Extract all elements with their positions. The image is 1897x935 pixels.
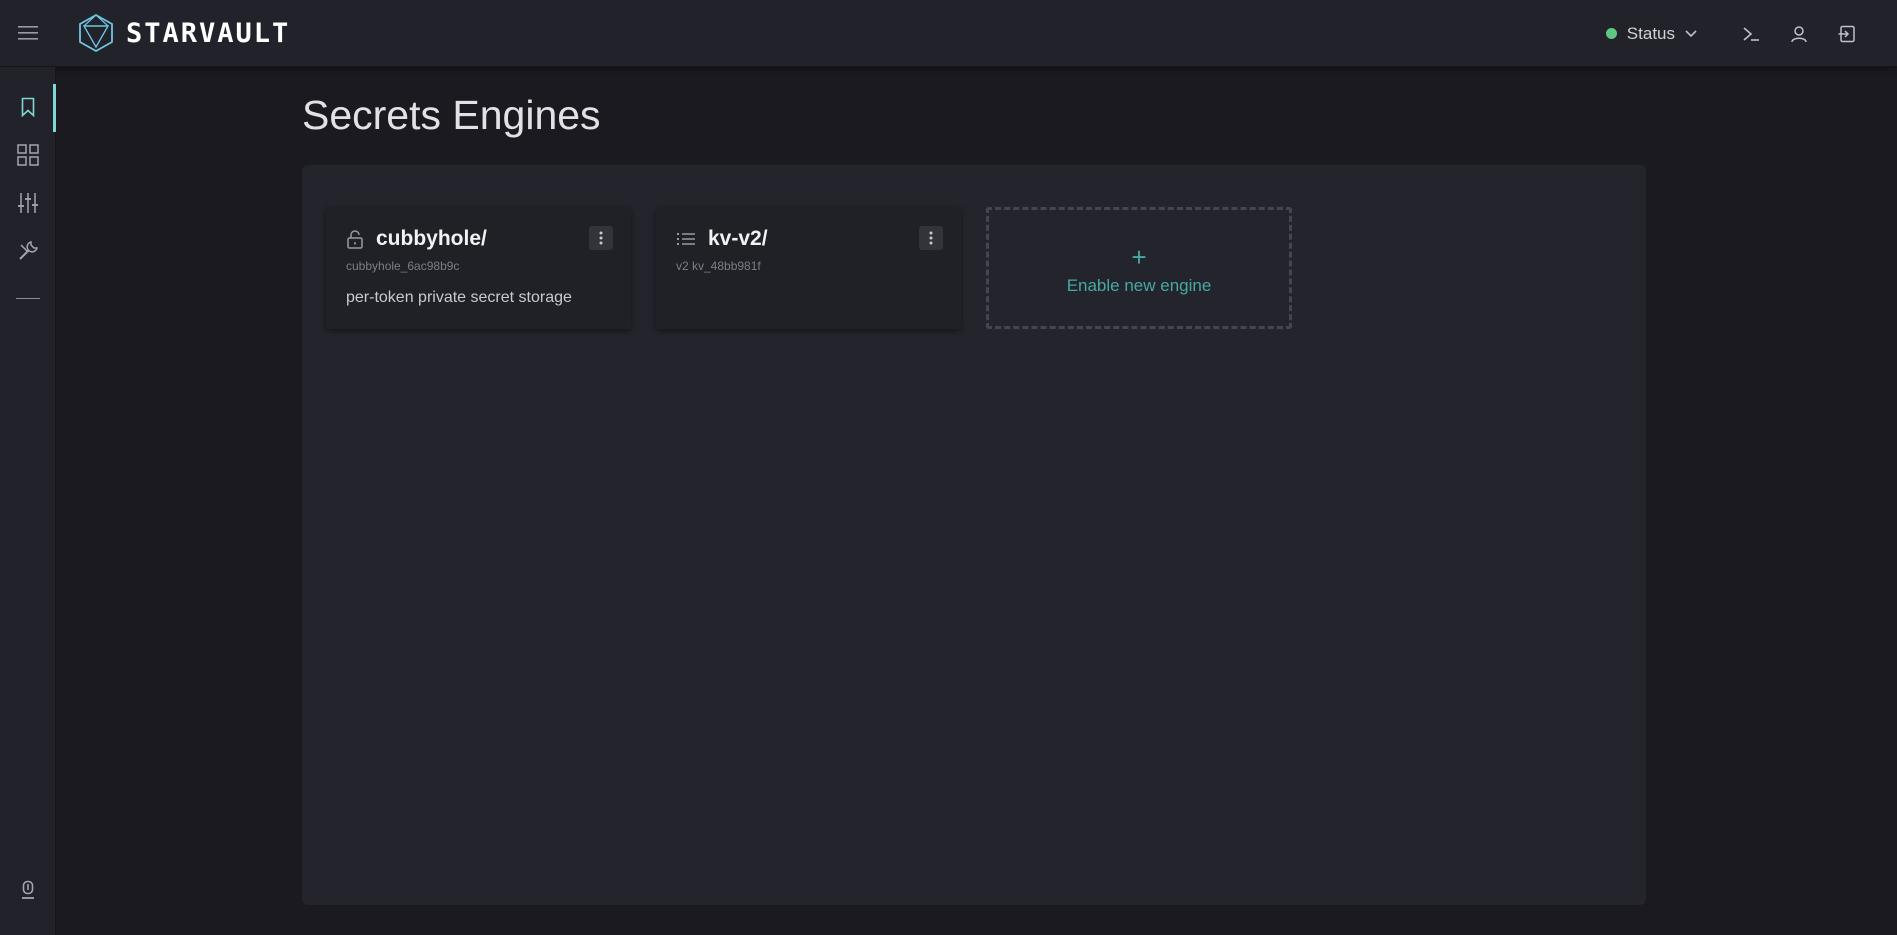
- engine-card-kv-v2[interactable]: kv-v2/ v2 kv_48bb981f: [656, 207, 961, 329]
- engine-card-header: cubbyhole/: [346, 227, 487, 251]
- status-label: Status: [1626, 23, 1675, 43]
- chevron-down-icon: [1685, 29, 1697, 37]
- brand[interactable]: STARVAULT: [78, 13, 290, 53]
- engine-description: per-token private secret storage: [346, 289, 572, 306]
- sidebar-item-dashboard[interactable]: [0, 132, 56, 178]
- engines-panel: cubbyhole/ cubbyhole_6ac98b9c per-token …: [302, 165, 1646, 905]
- engine-accessor: v2 kv_48bb981f: [676, 259, 761, 273]
- unlock-icon: [347, 230, 363, 249]
- header-actions: Status: [1605, 0, 1897, 67]
- plus-icon: +: [1131, 242, 1147, 272]
- sliders-icon: [18, 193, 38, 213]
- menu-icon: [18, 26, 38, 40]
- logout-button[interactable]: [1823, 0, 1871, 67]
- logout-icon: [1838, 25, 1855, 42]
- sidebar-divider: [16, 298, 40, 299]
- status-indicator: [1605, 28, 1617, 39]
- engine-name[interactable]: cubbyhole/: [376, 227, 487, 251]
- engine-card-cubbyhole[interactable]: cubbyhole/ cubbyhole_6ac98b9c per-token …: [326, 207, 631, 329]
- sidebar-item-plugins[interactable]: [0, 867, 56, 913]
- top-header: STARVAULT Status: [0, 0, 1897, 67]
- engine-card-header: kv-v2/: [676, 227, 768, 251]
- engine-options-button[interactable]: [589, 226, 613, 250]
- menu-toggle-button[interactable]: [0, 0, 56, 67]
- tools-icon: [19, 241, 38, 260]
- brand-name: STARVAULT: [126, 17, 291, 49]
- status-dropdown[interactable]: Status: [1605, 23, 1697, 44]
- console-button[interactable]: [1727, 0, 1775, 67]
- engine-name[interactable]: kv-v2/: [708, 227, 768, 251]
- enable-new-engine-label: Enable new engine: [1066, 276, 1212, 295]
- user-icon: [1791, 25, 1807, 42]
- user-menu-button[interactable]: [1775, 0, 1823, 67]
- sidebar-item-secrets[interactable]: [0, 84, 56, 132]
- enable-new-engine-button[interactable]: + Enable new engine: [986, 207, 1292, 329]
- engine-options-button[interactable]: [919, 226, 943, 250]
- sidebar-item-settings[interactable]: [0, 180, 56, 226]
- engine-accessor: cubbyhole_6ac98b9c: [346, 259, 460, 273]
- terminal-icon: [1743, 26, 1759, 41]
- bookmark-icon: [21, 97, 35, 117]
- kebab-menu-icon: [599, 231, 603, 245]
- kebab-menu-icon: [929, 231, 933, 245]
- grid-icon: [17, 144, 39, 166]
- list-icon: [677, 233, 695, 245]
- polyhedron-logo: [79, 13, 113, 53]
- plug-icon: [22, 880, 34, 899]
- page-title: Secrets Engines: [302, 92, 601, 138]
- sidebar-item-tools[interactable]: [0, 228, 56, 274]
- sidebar: [0, 67, 56, 935]
